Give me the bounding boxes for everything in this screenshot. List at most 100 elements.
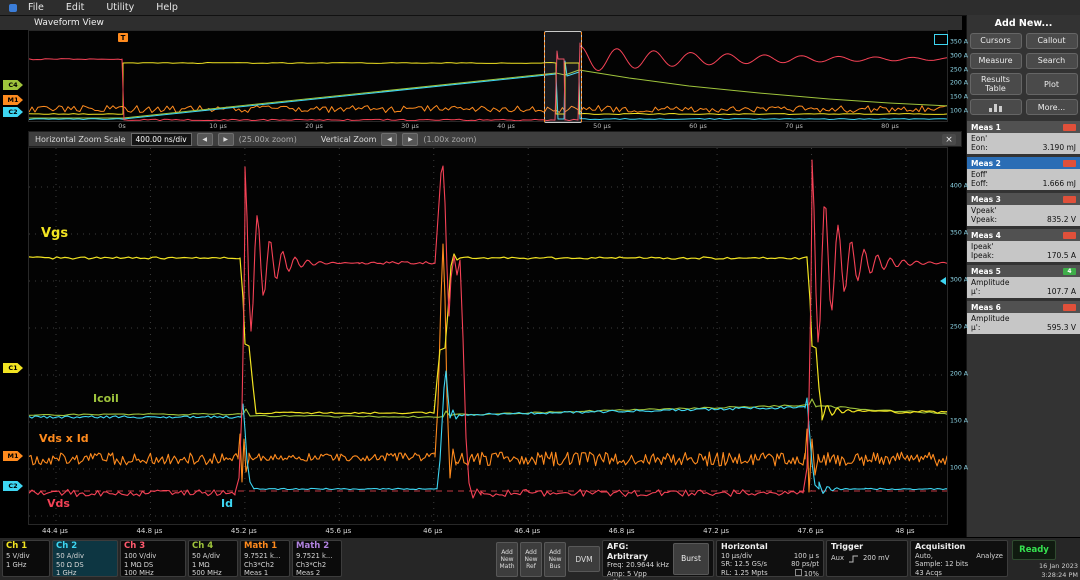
app-icon xyxy=(9,4,17,12)
hzoom-increase-button[interactable]: ▶ xyxy=(218,133,234,146)
channel-marker-c1[interactable]: C1 xyxy=(3,363,23,373)
ready-and-clock: Ready 16 Jan 2023 3:28:24 PM xyxy=(1012,540,1078,580)
close-zoom-icon[interactable]: × xyxy=(942,134,956,145)
time-tick-label: 47.2 µs xyxy=(703,527,729,535)
measurement-source-badge xyxy=(1063,196,1076,203)
channel-name: Ch 1 xyxy=(6,542,46,552)
overview-expand-icon[interactable] xyxy=(934,34,948,45)
vzoom-decrease-button[interactable]: ◀ xyxy=(381,133,397,146)
histogram-icon xyxy=(988,102,1004,113)
ch2-position-marker[interactable] xyxy=(940,277,946,285)
channel-setting: 1 MΩ xyxy=(192,561,234,570)
cursors-button[interactable]: Cursors xyxy=(970,33,1022,49)
sample-period: 80 ps/pt xyxy=(791,560,819,569)
acquisition-panel[interactable]: Acquisition Auto,Analyze Sample: 12 bits… xyxy=(910,540,1008,577)
measurement-header: Meas 1 xyxy=(967,121,1080,133)
time-label: 3:28:24 PM xyxy=(1039,571,1078,580)
measurement-source-badge xyxy=(1063,304,1076,311)
main-zoom-plot[interactable]: Vgs Icoil Vds x Id Vds Id xyxy=(28,147,948,525)
channel-setting: Ch3*Ch2 xyxy=(296,561,338,570)
horizontal-zoom-scale-value[interactable]: 400.00 ns/div xyxy=(131,133,192,146)
trigger-panel[interactable]: Trigger Aux 200 mV xyxy=(826,540,908,577)
measurement-meas-6[interactable]: Meas 6Amplitudeµ':595.3 V xyxy=(967,301,1080,334)
more--button[interactable]: More... xyxy=(1026,99,1078,115)
vzoom-increase-button[interactable]: ▶ xyxy=(402,133,418,146)
measurement-value: 1.666 mJ xyxy=(1043,179,1076,188)
channel-badge-math-2[interactable]: Math 29.7521 k...Ch3*Ch2Meas 2 xyxy=(292,540,342,577)
channel-marker-c2[interactable]: C2 xyxy=(3,107,23,117)
oscilloscope-app: FileEditUtilityHelp Waveform View T C4 M1… xyxy=(0,0,1080,580)
rising-edge-icon xyxy=(848,554,859,564)
amp-scale-label: 350 A xyxy=(950,230,968,237)
hzoom-decrease-button[interactable]: ◀ xyxy=(197,133,213,146)
menu-item-help[interactable]: Help xyxy=(145,2,189,13)
measurement-meas-5[interactable]: Meas 54Amplitudeµ':107.7 A xyxy=(967,265,1080,298)
trigger-position-marker[interactable]: T xyxy=(118,33,128,42)
measurement-meas-3[interactable]: Meas 3Vpeak'Vpeak:835.2 V xyxy=(967,193,1080,226)
dvm-button[interactable]: DVM xyxy=(568,546,600,572)
time-tick-label: 30 µs xyxy=(401,122,419,130)
channel-badge-ch-1[interactable]: Ch 15 V/div1 GHz xyxy=(2,540,50,577)
horizontal-title: Horizontal xyxy=(721,542,819,552)
amp-scale-label: 200 A xyxy=(950,371,968,378)
time-tick-label: 45.2 µs xyxy=(231,527,257,535)
measure-button[interactable]: Measure xyxy=(970,53,1022,69)
measurement-meas-4[interactable]: Meas 4Ipeak'Ipeak:170.5 A xyxy=(967,229,1080,262)
channel-marker-m1[interactable]: M1 xyxy=(3,95,23,105)
id-trace-label: Id xyxy=(221,497,233,510)
time-tick-label: 44.8 µs xyxy=(136,527,162,535)
afg-panel[interactable]: AFG: Arbitrary Freq: 20.9644 kHz Amp: 5 … xyxy=(602,540,714,577)
histogram-icon-button[interactable] xyxy=(970,99,1022,115)
measurement-value: 3.190 mJ xyxy=(1043,143,1076,152)
channel-badge-ch-3[interactable]: Ch 3100 V/div1 MΩ DS100 MHz xyxy=(120,540,186,577)
add-new-bus-button[interactable]: AddNewBus xyxy=(544,542,566,577)
time-tick-label: 0s xyxy=(118,122,126,130)
main-channel-markers: C1 M1 C2 xyxy=(0,147,28,525)
amp-scale-label: 250 A xyxy=(950,66,968,73)
measurement-results-list: Meas 1Eon'Eon:3.190 mJMeas 2Eoff'Eoff:1.… xyxy=(967,121,1080,334)
menu-item-edit[interactable]: Edit xyxy=(55,2,95,13)
measurement-meas-1[interactable]: Meas 1Eon'Eon:3.190 mJ xyxy=(967,121,1080,154)
zoom-window-box[interactable] xyxy=(544,31,582,123)
channel-name: Ch 3 xyxy=(124,542,182,552)
measurement-meas-2[interactable]: Meas 2Eoff'Eoff:1.666 mJ xyxy=(967,157,1080,190)
measurement-header: Meas 3 xyxy=(967,193,1080,205)
time-tick-label: 47.6 µs xyxy=(798,527,824,535)
amp-scale-label: 100 A xyxy=(950,465,968,472)
main-time-axis: 44.4 µs44.8 µs45.2 µs45.6 µs46 µs46.4 µs… xyxy=(28,527,948,537)
menu-item-file[interactable]: File xyxy=(17,2,55,13)
results-table-button[interactable]: Results Table xyxy=(970,73,1022,95)
horizontal-panel[interactable]: Horizontal 10 µs/div100 µ s SR: 12.5 GS/… xyxy=(716,540,824,577)
plot-button[interactable]: Plot xyxy=(1026,73,1078,95)
channel-badge-math-1[interactable]: Math 19.7521 k...Ch3*Ch2Meas 1 xyxy=(240,540,290,577)
channel-marker-c2[interactable]: C2 xyxy=(3,481,23,491)
horizontal-zoom-scale-label: Horizontal Zoom Scale xyxy=(35,135,126,144)
overview-plot[interactable]: T xyxy=(28,30,948,122)
position-icon xyxy=(795,569,802,576)
channel-marker-m1[interactable]: M1 xyxy=(3,451,23,461)
channel-badge-ch-4[interactable]: Ch 450 A/div1 MΩ500 MHz xyxy=(188,540,238,577)
zoom-window-right-edge[interactable] xyxy=(581,32,582,122)
measurement-line2: Vpeak:835.2 V xyxy=(971,215,1076,224)
burst-button[interactable]: Burst xyxy=(673,543,709,575)
menu-item-utility[interactable]: Utility xyxy=(95,2,145,13)
zoom-window-left-edge[interactable] xyxy=(544,32,545,122)
measurement-name: Meas 1 xyxy=(971,123,1001,132)
channel-setting: 1 GHz xyxy=(6,561,46,570)
measurement-name: Meas 2 xyxy=(971,159,1001,168)
channel-marker-c4[interactable]: C4 xyxy=(3,80,23,90)
time-tick-label: 45.6 µs xyxy=(325,527,351,535)
measurement-line1: Vpeak' xyxy=(971,206,1076,215)
measurement-line2: µ':107.7 A xyxy=(971,287,1076,296)
ready-status-badge[interactable]: Ready xyxy=(1012,540,1056,560)
waveform-view-label: Waveform View xyxy=(34,18,104,28)
add-new-ref-button[interactable]: AddNewRef xyxy=(520,542,542,577)
measurement-source-badge xyxy=(1063,232,1076,239)
add-new-math-button[interactable]: AddNewMath xyxy=(496,542,518,577)
channel-badge-ch-2[interactable]: Ch 250 A/div50 Ω DS1 GHz xyxy=(52,540,118,577)
search-button[interactable]: Search xyxy=(1026,53,1078,69)
measurement-body: Vpeak'Vpeak:835.2 V xyxy=(967,205,1080,226)
callout-button[interactable]: Callout xyxy=(1026,33,1078,49)
amp-scale-label: 150 A xyxy=(950,94,968,101)
measurement-name: Meas 5 xyxy=(971,267,1001,276)
